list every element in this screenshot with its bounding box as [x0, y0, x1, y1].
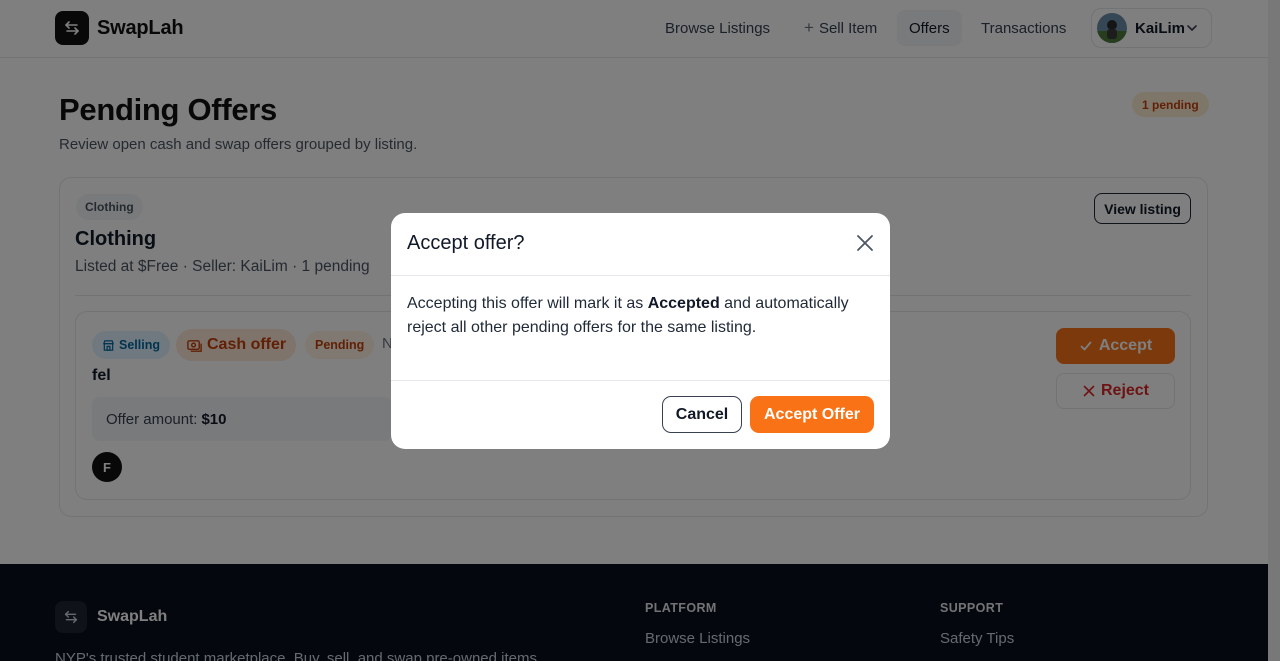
dialog-message-start: Accepting this offer will mark it as: [407, 295, 648, 312]
dialog-divider: [391, 380, 890, 381]
cancel-button[interactable]: Cancel: [662, 396, 742, 433]
dialog-divider: [391, 275, 890, 276]
dialog-message: Accepting this offer will mark it as Acc…: [407, 292, 867, 340]
accept-offer-dialog: Accept offer? Accepting this offer will …: [391, 213, 890, 449]
dialog-message-status: Accepted: [647, 295, 720, 312]
close-icon[interactable]: [853, 231, 877, 255]
confirm-accept-button[interactable]: Accept Offer: [750, 396, 874, 433]
dialog-title: Accept offer?: [407, 232, 525, 254]
